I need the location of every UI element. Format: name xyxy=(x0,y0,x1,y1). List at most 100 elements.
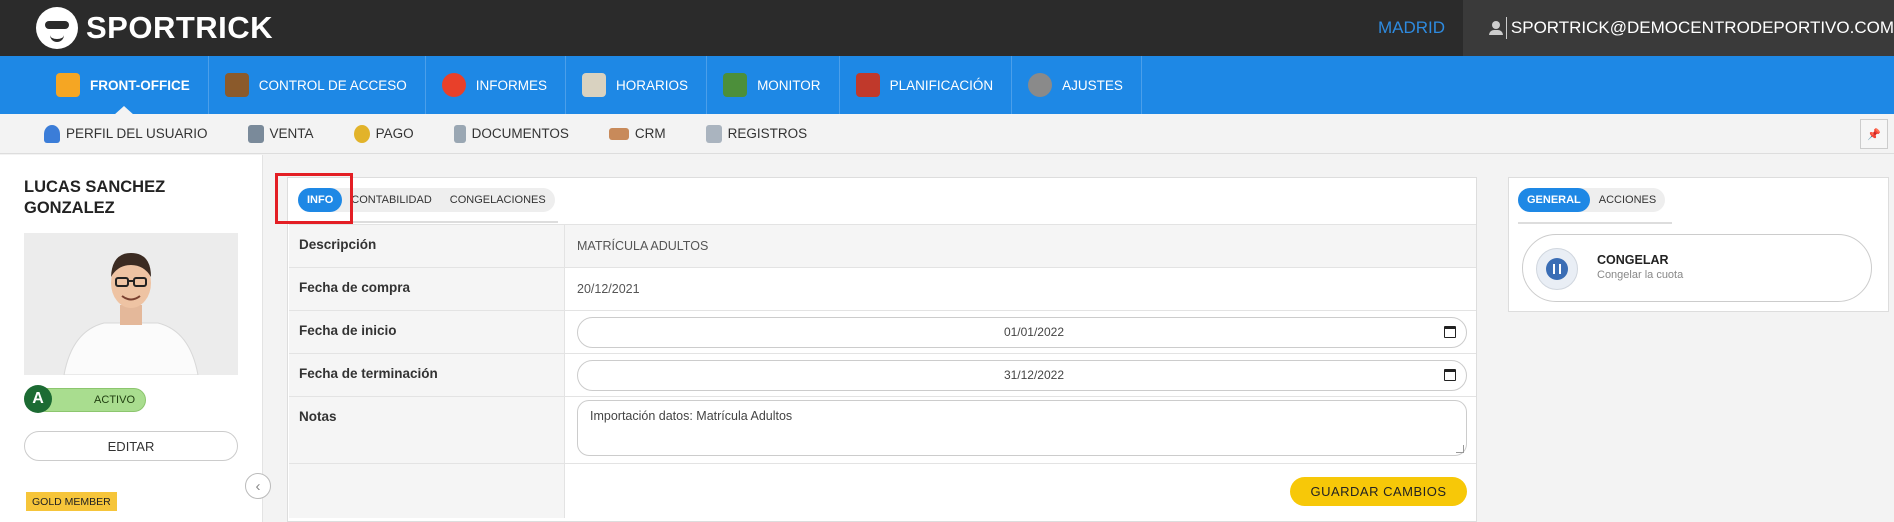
nav-front-office[interactable]: FRONT-OFFICE xyxy=(40,56,209,115)
subnav-registros[interactable]: REGISTROS xyxy=(705,124,808,143)
nav-horarios[interactable]: HORARIOS xyxy=(566,56,708,114)
subnav-label: PERFIL DEL USUARIO xyxy=(66,126,208,141)
highlight-annotation xyxy=(275,173,353,224)
edit-profile-button[interactable]: EDITAR xyxy=(24,431,238,461)
brand-name: SPORTRICK xyxy=(86,10,274,45)
subnav-label: DOCUMENTOS xyxy=(471,126,569,141)
purchase-date-value: 20/12/2021 xyxy=(577,282,640,296)
profile-photo xyxy=(24,233,238,375)
brand-logo[interactable]: SPORTRICK xyxy=(36,6,273,50)
actions-cell: GUARDAR CAMBIOS xyxy=(565,464,1476,518)
end-date-cell: 31/12/2022 xyxy=(565,354,1476,396)
access-control-icon xyxy=(224,73,249,97)
nav-monitor[interactable]: MONITOR xyxy=(707,56,840,114)
description-label: Descripción xyxy=(289,225,565,267)
details-form: Descripción MATRÍCULA ADULTOS Fecha de c… xyxy=(289,224,1476,518)
form-row-actions: GUARDAR CAMBIOS xyxy=(289,463,1476,518)
cash-register-icon xyxy=(247,124,264,143)
nav-planificacion[interactable]: PLANIFICACIÓN xyxy=(840,56,1013,114)
user-icon xyxy=(1489,21,1504,35)
nav-label: FRONT-OFFICE xyxy=(90,77,190,93)
pin-button[interactable]: 📌 xyxy=(1860,119,1888,149)
resize-handle-icon[interactable] xyxy=(1456,445,1464,453)
reports-icon xyxy=(441,73,466,97)
subnav-pago[interactable]: PAGO xyxy=(353,124,414,143)
coins-icon xyxy=(353,124,370,143)
profile-name: LUCAS SANCHEZ GONZALEZ xyxy=(24,178,166,217)
form-row-purchase-date: Fecha de compra 20/12/2021 xyxy=(289,267,1476,310)
freeze-fee-button[interactable]: CONGELAR Congelar la cuota xyxy=(1522,234,1872,302)
start-date-input[interactable]: 01/01/2022 xyxy=(577,316,1467,348)
tab-contabilidad[interactable]: CONTABILIDAD xyxy=(342,188,440,212)
subnav-label: CRM xyxy=(634,126,666,141)
subnav-perfil-del-usuario[interactable]: PERFIL DEL USUARIO xyxy=(44,124,208,143)
chevron-left-icon: ‹ xyxy=(255,477,261,495)
nav-label: AJUSTES xyxy=(1062,77,1123,93)
start-date-cell: 01/01/2022 xyxy=(565,311,1476,353)
description-value: MATRÍCULA ADULTOS xyxy=(565,225,1476,267)
membership-details-card: INFO CONTABILIDAD CONGELACIONES Descripc… xyxy=(287,177,1477,522)
notes-value: Importación datos: Matrícula Adultos xyxy=(590,409,793,423)
empty-label-cell xyxy=(289,464,565,518)
monitor-icon xyxy=(723,73,748,97)
sub-nav: PERFIL DEL USUARIO VENTA PAGO DOCUMENTOS… xyxy=(0,114,1894,154)
schedule-icon xyxy=(582,73,607,97)
subnav-documentos[interactable]: DOCUMENTOS xyxy=(453,124,569,143)
status-letter-badge: A xyxy=(24,385,52,413)
form-row-end-date: Fecha de terminación 31/12/2022 xyxy=(289,353,1476,396)
start-date-value: 01/01/2022 xyxy=(1003,325,1064,339)
form-row-description: Descripción MATRÍCULA ADULTOS xyxy=(289,224,1476,267)
pin-icon: 📌 xyxy=(1867,128,1881,141)
user-profile-icon xyxy=(44,124,60,143)
settings-icon xyxy=(1028,73,1053,97)
tab-congelaciones[interactable]: CONGELACIONES xyxy=(441,188,555,212)
city-selector[interactable]: MADRID xyxy=(1378,18,1445,38)
end-date-label: Fecha de terminación xyxy=(289,354,565,396)
end-date-value: 31/12/2022 xyxy=(1003,368,1064,382)
nav-control-de-acceso[interactable]: CONTROL DE ACCESO xyxy=(209,56,426,114)
start-date-label: Fecha de inicio xyxy=(289,311,565,353)
purchase-date-label: Fecha de compra xyxy=(289,268,565,310)
front-office-icon xyxy=(56,73,80,97)
member-badge: GOLD MEMBER xyxy=(26,492,117,511)
actions-card: GENERAL ACCIONES CONGELAR Congelar la cu… xyxy=(1508,177,1889,312)
subnav-label: VENTA xyxy=(269,126,314,141)
freeze-title: CONGELAR xyxy=(1597,253,1669,267)
tab-acciones[interactable]: ACCIONES xyxy=(1590,188,1665,212)
end-date-input[interactable]: 31/12/2022 xyxy=(577,359,1467,391)
form-row-start-date: Fecha de inicio 01/01/2022 xyxy=(289,310,1476,353)
collapse-panel-button[interactable]: ‹ xyxy=(245,473,271,499)
nav-label: PLANIFICACIÓN xyxy=(889,77,994,93)
subnav-label: REGISTROS xyxy=(727,126,808,141)
top-bar: SPORTRICK MADRID SPORTRICK@DEMOCENTRODEP… xyxy=(0,0,1894,56)
calendar-icon[interactable] xyxy=(1444,326,1456,338)
form-row-notes: Notas Importación datos: Matrícula Adult… xyxy=(289,396,1476,463)
documents-icon xyxy=(453,124,466,143)
membership-status: ACTIVO A xyxy=(24,385,147,413)
subnav-venta[interactable]: VENTA xyxy=(247,124,314,143)
nav-label: CONTROL DE ACCESO xyxy=(258,77,407,93)
tabs-underline xyxy=(1518,222,1672,224)
notes-cell: Importación datos: Matrícula Adultos xyxy=(565,397,1476,463)
nav-label: INFORMES xyxy=(475,77,548,93)
logo-icon xyxy=(36,7,78,49)
divider xyxy=(1506,17,1507,39)
main-nav: FRONT-OFFICE CONTROL DE ACCESO INFORMES … xyxy=(0,56,1894,115)
handshake-icon xyxy=(608,127,629,140)
save-changes-button[interactable]: GUARDAR CAMBIOS xyxy=(1290,476,1467,506)
nav-label: MONITOR xyxy=(757,77,821,93)
person-photo-icon xyxy=(24,233,238,375)
nav-informes[interactable]: INFORMES xyxy=(426,56,567,114)
notes-textarea[interactable]: Importación datos: Matrícula Adultos xyxy=(577,400,1467,456)
tab-general[interactable]: GENERAL xyxy=(1518,188,1590,212)
actions-tabs: GENERAL ACCIONES xyxy=(1518,188,1666,212)
pause-bars xyxy=(1553,264,1561,274)
subnav-crm[interactable]: CRM xyxy=(608,126,666,141)
user-menu[interactable]: SPORTRICK@DEMOCENTRODEPORTIVO.COM xyxy=(1463,0,1894,56)
nav-label: HORARIOS xyxy=(616,77,689,93)
notes-label: Notas xyxy=(289,397,565,463)
nav-ajustes[interactable]: AJUSTES xyxy=(1012,56,1142,114)
freeze-subtitle: Congelar la cuota xyxy=(1597,269,1684,281)
calendar-icon[interactable] xyxy=(1444,369,1456,381)
subnav-label: PAGO xyxy=(375,126,414,141)
